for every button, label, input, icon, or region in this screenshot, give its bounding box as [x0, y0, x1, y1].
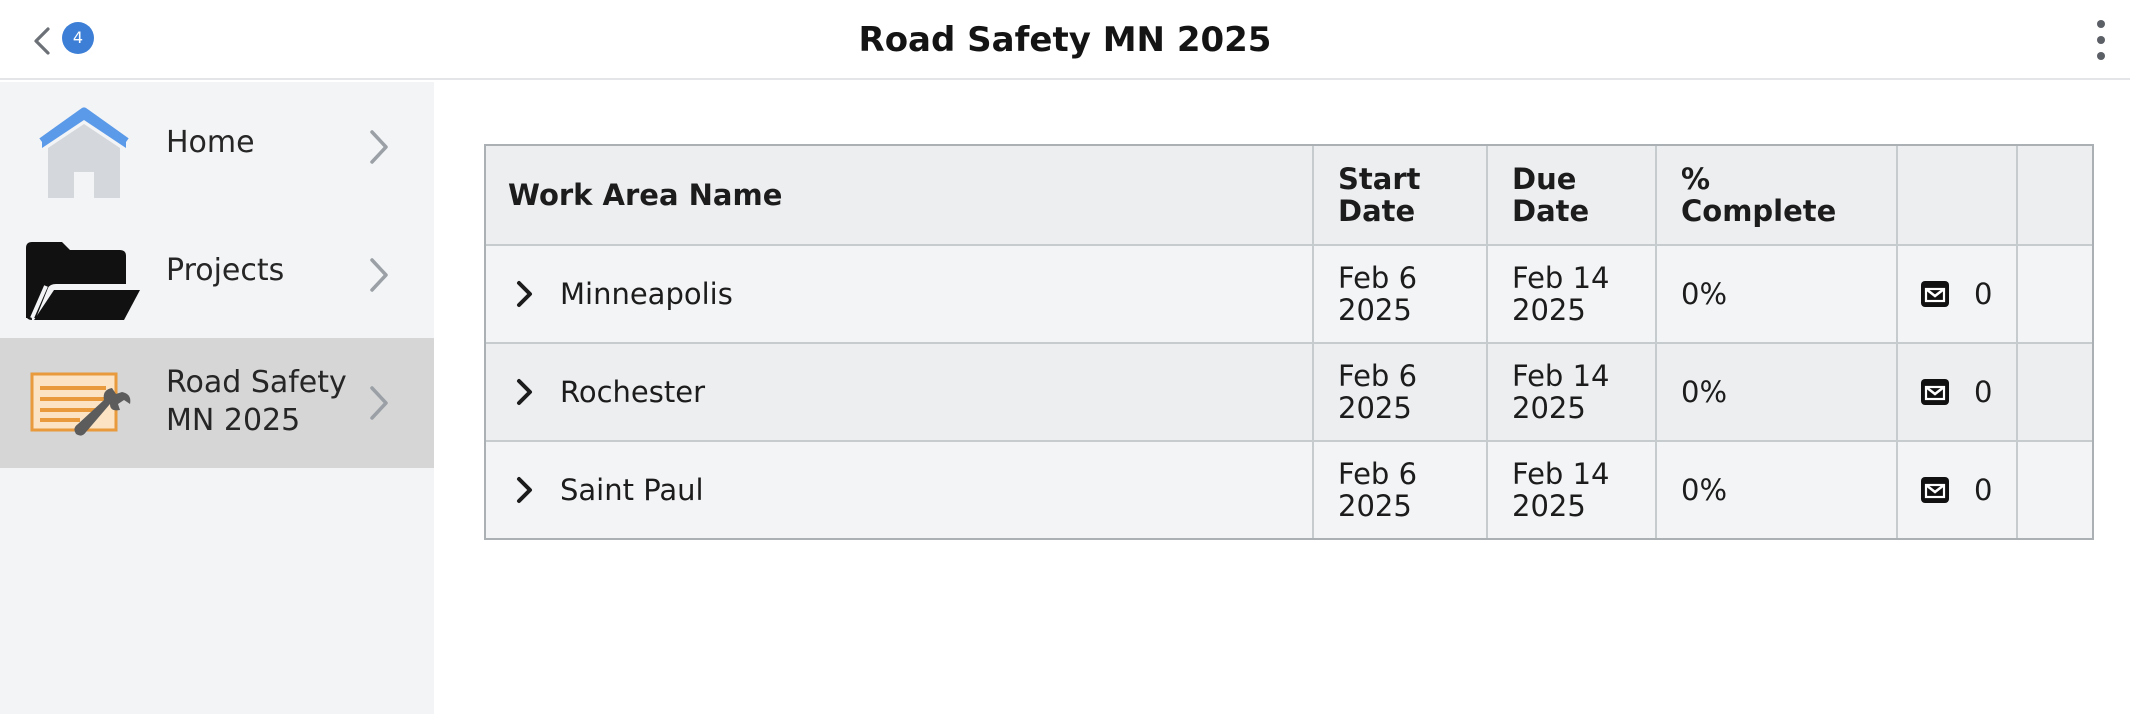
- work-area-name[interactable]: Rochester: [560, 376, 705, 408]
- more-options-button[interactable]: [2080, 16, 2120, 64]
- row-actions-cell: [2016, 442, 2092, 538]
- house-icon: [39, 107, 129, 198]
- column-header-start-date[interactable]: Start Date: [1312, 146, 1486, 244]
- due-date-cell: Feb 14 2025: [1486, 246, 1655, 342]
- sidebar-item-label: Projects: [166, 253, 285, 288]
- due-date-cell: Feb 14 2025: [1486, 442, 1655, 538]
- chevron-right-icon[interactable]: [510, 472, 540, 508]
- due-date-cell: Feb 14 2025: [1486, 344, 1655, 440]
- start-date: Feb 6 2025: [1338, 359, 1418, 425]
- chevron-right-icon[interactable]: [510, 276, 540, 312]
- table-row[interactable]: Saint Paul Feb 6 2025 Feb 14 2025 0% 0: [486, 440, 2092, 538]
- message-count: 0: [1974, 375, 1993, 409]
- sidebar: Home Projects Road Safety MN 2025: [0, 82, 434, 714]
- start-date: Feb 6 2025: [1338, 261, 1418, 327]
- messages-button[interactable]: 0: [1920, 474, 1992, 506]
- table-row[interactable]: Minneapolis Feb 6 2025 Feb 14 2025 0% 0: [486, 244, 2092, 342]
- chevron-right-icon: [370, 130, 388, 164]
- sidebar-item-home[interactable]: Home: [0, 82, 434, 212]
- messages-cell: 0: [1896, 442, 2016, 538]
- percent-complete-cell: 0%: [1655, 246, 1896, 342]
- due-date: Feb 14 2025: [1512, 457, 1610, 523]
- envelope-icon: [1921, 477, 1949, 503]
- vertical-dots-icon: [2097, 20, 2105, 28]
- top-bar: 4 Road Safety MN 2025: [0, 0, 2130, 80]
- chevron-right-icon[interactable]: [510, 374, 540, 410]
- chevron-right-icon: [370, 258, 388, 292]
- start-date: Feb 6 2025: [1338, 457, 1418, 523]
- column-header-label: Start Date: [1338, 162, 1421, 228]
- column-header-label: % Complete: [1681, 162, 1837, 228]
- messages-button[interactable]: 0: [1920, 376, 1992, 408]
- work-area-name-cell: Rochester: [486, 344, 1312, 440]
- page-title: Road Safety MN 2025: [858, 20, 1272, 60]
- sidebar-item-projects[interactable]: Projects: [0, 212, 434, 342]
- table-row[interactable]: Rochester Feb 6 2025 Feb 14 2025 0% 0: [486, 342, 2092, 440]
- notification-badge: 4: [62, 22, 94, 54]
- work-area-name[interactable]: Saint Paul: [560, 474, 704, 506]
- row-actions-cell: [2016, 246, 2092, 342]
- column-header-messages: [1896, 146, 2016, 244]
- messages-button[interactable]: 0: [1920, 278, 1992, 310]
- table-header-row: Work Area Name Start Date Due Date % Com…: [486, 146, 2092, 244]
- sidebar-item-road-safety[interactable]: Road Safety MN 2025: [0, 338, 434, 468]
- start-date-cell: Feb 6 2025: [1312, 344, 1486, 440]
- percent-complete-cell: 0%: [1655, 442, 1896, 538]
- message-count: 0: [1974, 473, 1993, 507]
- due-date: Feb 14 2025: [1512, 359, 1610, 425]
- document-wrench-icon: [30, 372, 131, 436]
- column-header-due-date[interactable]: Due Date: [1486, 146, 1655, 244]
- start-date-cell: Feb 6 2025: [1312, 442, 1486, 538]
- messages-cell: 0: [1896, 344, 2016, 440]
- back-button[interactable]: 4: [20, 14, 94, 66]
- column-header-label: Due Date: [1512, 162, 1590, 228]
- dot: [2097, 52, 2105, 60]
- sidebar-item-label: Road Safety MN 2025: [166, 365, 347, 438]
- chevron-left-icon: [34, 27, 50, 55]
- column-header-name[interactable]: Work Area Name: [486, 146, 1312, 244]
- messages-cell: 0: [1896, 246, 2016, 342]
- work-area-name[interactable]: Minneapolis: [560, 278, 733, 310]
- due-date: Feb 14 2025: [1512, 261, 1610, 327]
- envelope-icon: [1921, 281, 1949, 307]
- row-actions-cell: [2016, 344, 2092, 440]
- dot: [2097, 36, 2105, 44]
- message-count: 0: [1974, 277, 1993, 311]
- chevron-right-icon: [370, 386, 388, 420]
- sidebar-item-label: Home: [166, 125, 255, 160]
- work-area-name-cell: Saint Paul: [486, 442, 1312, 538]
- work-area-name-cell: Minneapolis: [486, 246, 1312, 342]
- column-header-actions: [2016, 146, 2092, 244]
- start-date-cell: Feb 6 2025: [1312, 246, 1486, 342]
- work-area-table: Work Area Name Start Date Due Date % Com…: [484, 144, 2094, 540]
- envelope-icon: [1921, 379, 1949, 405]
- percent-complete-cell: 0%: [1655, 344, 1896, 440]
- folder-icon: [26, 242, 140, 320]
- column-header-percent-complete[interactable]: % Complete: [1655, 146, 1896, 244]
